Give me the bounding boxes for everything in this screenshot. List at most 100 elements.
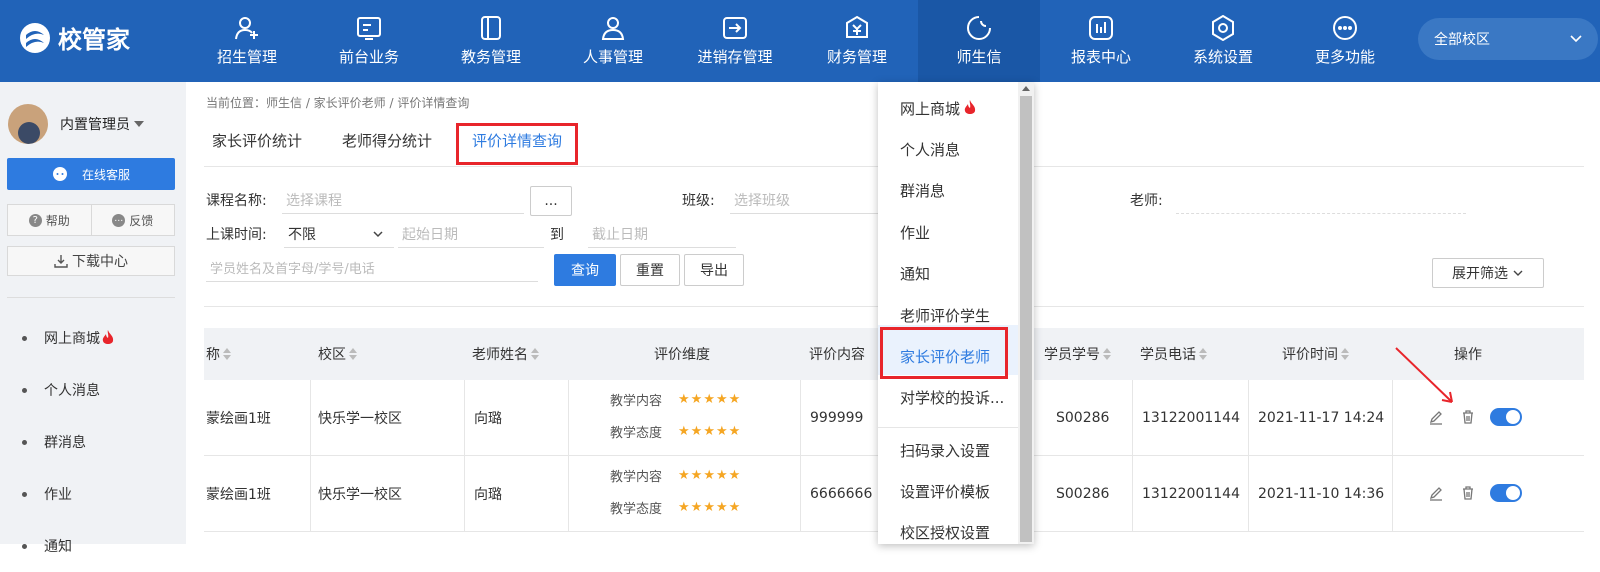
- chat-icon: [52, 167, 67, 181]
- col-student-no[interactable]: 学员学号: [1044, 328, 1111, 380]
- sort-icon: [531, 348, 539, 360]
- course-picker-button[interactable]: ...: [530, 186, 572, 216]
- start-date-input[interactable]: 起始日期: [398, 220, 544, 248]
- divider: [464, 456, 465, 532]
- sidebar-item-notice[interactable]: 通知: [22, 520, 114, 572]
- feedback-button[interactable]: … 反馈: [90, 205, 175, 235]
- col-phone[interactable]: 学员电话: [1140, 328, 1207, 380]
- brand-logo[interactable]: 校管家: [18, 20, 130, 55]
- nav-label: 报表中心: [1070, 48, 1131, 66]
- dropdown-item-mall[interactable]: 网上商城: [900, 98, 976, 119]
- highlight-box-tab: [456, 123, 578, 165]
- nav-item-inventory[interactable]: 进销存管理: [674, 0, 796, 82]
- col-label: 学员学号: [1044, 347, 1100, 363]
- col-content: 评价内容: [809, 328, 865, 380]
- user-name: 内置管理员: [60, 117, 130, 133]
- scroll-up-icon[interactable]: [1022, 86, 1030, 91]
- nav-label: 更多功能: [1314, 48, 1375, 66]
- dropdown-item-homework[interactable]: 作业: [900, 222, 930, 243]
- main-nav: 招生管理 前台业务 教务管理 人事管理 进销存管理 财务管理 师生信 报表中心: [186, 0, 1406, 82]
- online-service-button[interactable]: 在线客服: [7, 158, 175, 190]
- message-icon: [967, 16, 991, 40]
- rating-line: 教学内容 ★★★★★: [610, 390, 741, 409]
- enable-toggle[interactable]: [1490, 484, 1522, 502]
- cell-campus: 快乐学一校区: [318, 487, 402, 503]
- delete-icon[interactable]: [1460, 409, 1476, 425]
- rating-dimension: 教学态度: [610, 426, 663, 441]
- finance-icon: [846, 15, 868, 38]
- divider: [464, 380, 465, 456]
- sidebar-item-group-message[interactable]: 群消息: [22, 416, 114, 468]
- logo-icon: [20, 22, 50, 53]
- help-icon: ?: [28, 213, 42, 227]
- fire-icon: [102, 330, 114, 344]
- col-label: 老师姓名: [472, 347, 528, 363]
- cell-teacher: 向璐: [474, 487, 502, 503]
- nav-item-academic[interactable]: 教务管理: [430, 0, 552, 82]
- help-button[interactable]: ? 帮助: [8, 205, 91, 235]
- nav-item-reports[interactable]: 报表中心: [1040, 0, 1162, 82]
- class-time-select[interactable]: 不限: [284, 220, 394, 248]
- nav-item-more[interactable]: 更多功能: [1284, 0, 1406, 82]
- nav-item-hr[interactable]: 人事管理: [552, 0, 674, 82]
- col-course[interactable]: 称: [206, 328, 231, 380]
- cell-time: 2021-11-17 14:24: [1258, 410, 1385, 426]
- student-search-input[interactable]: 学员姓名及首字母/学号/电话: [206, 254, 538, 282]
- download-icon: [54, 255, 68, 268]
- sidebar-item-label: 个人消息: [44, 383, 100, 399]
- download-center-button[interactable]: 下载中心: [7, 246, 175, 276]
- download-label: 下载中心: [72, 254, 128, 270]
- sort-icon: [1199, 348, 1207, 360]
- reset-button[interactable]: 重置: [620, 254, 680, 286]
- tab-teacher-score-stats[interactable]: 老师得分统计: [342, 130, 432, 151]
- person-icon: [601, 17, 625, 40]
- fire-icon: [964, 100, 976, 114]
- dropdown-item-personal-message[interactable]: 个人消息: [900, 139, 960, 160]
- annotation-arrow: [1395, 347, 1453, 403]
- dropdown-item-teacher-eval-student[interactable]: 老师评价学生: [900, 305, 990, 326]
- tab-parent-eval-stats[interactable]: 家长评价统计: [212, 130, 302, 151]
- dropdown-item-campus-auth[interactable]: 校区授权设置: [900, 522, 990, 543]
- expand-filter-button[interactable]: 展开筛选: [1432, 258, 1544, 288]
- nav-item-recruit[interactable]: 招生管理: [186, 0, 308, 82]
- delete-icon[interactable]: [1460, 485, 1476, 501]
- class-input[interactable]: 选择班级: [730, 186, 878, 214]
- edit-icon[interactable]: [1428, 485, 1444, 501]
- export-button[interactable]: 导出: [684, 254, 744, 286]
- help-feedback-row: ? 帮助 … 反馈: [7, 204, 175, 236]
- nav-item-front-desk[interactable]: 前台业务: [308, 0, 430, 82]
- rating-dimension: 教学态度: [610, 502, 663, 517]
- top-navbar: 校管家 招生管理 前台业务 教务管理 人事管理 进销存管理 财务管理 师生信 报…: [0, 0, 1600, 82]
- dropdown-item-school-complaint[interactable]: 对学校的投诉...: [900, 387, 1004, 408]
- sidebar-item-mall[interactable]: 网上商城: [22, 312, 114, 364]
- nav-item-teacher-student[interactable]: 师生信: [918, 0, 1040, 82]
- nav-label: 进销存管理: [697, 48, 773, 66]
- user-menu[interactable]: 内置管理员: [8, 104, 144, 144]
- nav-item-finance[interactable]: 财务管理: [796, 0, 918, 82]
- dropdown-item-group-message[interactable]: 群消息: [900, 180, 945, 201]
- enable-toggle[interactable]: [1490, 408, 1522, 426]
- sidebar-item-homework[interactable]: 作业: [22, 468, 114, 520]
- dropdown-item-notice[interactable]: 通知: [900, 263, 930, 284]
- nav-label: 招生管理: [216, 48, 277, 66]
- brand-name: 校管家: [58, 26, 130, 54]
- teacher-input[interactable]: [1176, 186, 1466, 214]
- nav-item-settings[interactable]: 系统设置: [1162, 0, 1284, 82]
- dropdown-item-scan-entry-settings[interactable]: 扫码录入设置: [900, 440, 990, 461]
- campus-select[interactable]: 全部校区: [1418, 18, 1598, 60]
- col-campus[interactable]: 校区: [318, 328, 357, 380]
- col-time[interactable]: 评价时间: [1282, 328, 1349, 380]
- divider: [878, 427, 1018, 428]
- highlight-box-menu: [880, 327, 1008, 379]
- sidebar: 内置管理员 在线客服 ? 帮助 … 反馈 下载中心 网上商城 个人消息 群消息 作业…: [0, 82, 186, 555]
- book-icon: [481, 16, 501, 40]
- divider: [800, 380, 801, 456]
- scrollbar-thumb[interactable]: [1020, 96, 1032, 542]
- col-label: 校区: [318, 347, 346, 363]
- dropdown-item-eval-template[interactable]: 设置评价模板: [900, 481, 990, 502]
- col-teacher[interactable]: 老师姓名: [472, 328, 539, 380]
- end-date-input[interactable]: 截止日期: [588, 220, 736, 248]
- course-input[interactable]: 选择课程: [282, 186, 524, 214]
- query-button[interactable]: 查询: [554, 254, 616, 286]
- sidebar-item-personal-message[interactable]: 个人消息: [22, 364, 114, 416]
